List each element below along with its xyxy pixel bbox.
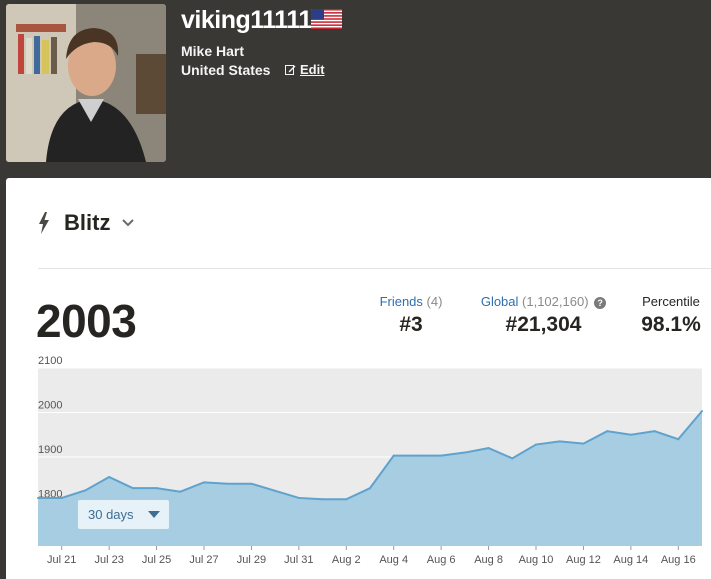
data-point xyxy=(392,454,395,457)
x-tick-label: Aug 10 xyxy=(519,554,554,566)
data-point xyxy=(297,496,300,499)
data-point xyxy=(179,490,182,493)
x-tick-label: Jul 29 xyxy=(237,554,266,566)
x-tick-label: Aug 14 xyxy=(613,554,648,566)
data-point xyxy=(345,498,348,501)
date-range-dropdown[interactable]: 30 days xyxy=(77,499,170,530)
real-name: Mike Hart xyxy=(181,43,245,59)
data-point xyxy=(250,482,253,485)
x-tick-label: Jul 23 xyxy=(94,554,123,566)
data-point xyxy=(416,454,419,457)
data-point xyxy=(582,442,585,445)
data-point xyxy=(558,440,561,443)
data-point xyxy=(84,489,87,492)
data-point xyxy=(677,438,680,441)
y-tick-label: 1900 xyxy=(38,444,62,456)
data-point xyxy=(440,454,443,457)
x-tick-label: Aug 12 xyxy=(566,554,601,566)
data-point xyxy=(203,481,205,484)
x-tick-label: Jul 27 xyxy=(189,554,218,566)
data-point xyxy=(37,496,39,499)
data-point xyxy=(60,496,63,499)
data-point xyxy=(463,451,466,454)
y-tick-label: 2100 xyxy=(38,355,62,367)
x-tick-label: Jul 21 xyxy=(47,554,76,566)
us-flag-icon xyxy=(311,9,342,29)
x-tick-label: Aug 16 xyxy=(661,554,696,566)
date-range-label: 30 days xyxy=(88,507,134,522)
avatar[interactable] xyxy=(6,4,166,162)
rating-card: Blitz 2003 Friends (4) #3 Global (1,102,… xyxy=(6,178,711,579)
data-point xyxy=(629,433,632,436)
data-point xyxy=(653,430,656,433)
country-name: United States xyxy=(181,62,271,78)
profile-header: viking11111 Mike Hart United States Edit xyxy=(0,0,711,178)
data-point xyxy=(606,430,609,433)
data-point xyxy=(369,487,371,490)
caret-down-icon xyxy=(147,511,160,518)
data-point xyxy=(701,410,703,413)
data-point xyxy=(321,498,324,501)
data-point xyxy=(274,489,277,492)
y-tick-label: 2000 xyxy=(38,400,62,412)
edit-profile-link[interactable]: Edit xyxy=(285,62,325,77)
data-point xyxy=(108,476,111,479)
data-point xyxy=(155,487,158,490)
x-tick-label: Aug 8 xyxy=(474,554,503,566)
data-point xyxy=(535,443,537,446)
x-tick-label: Aug 4 xyxy=(379,554,408,566)
pencil-icon xyxy=(285,65,296,75)
data-point xyxy=(226,482,229,485)
data-point xyxy=(511,457,514,460)
username: viking11111 xyxy=(181,6,312,34)
edit-label: Edit xyxy=(300,62,325,77)
data-point xyxy=(487,447,490,450)
data-point xyxy=(131,487,134,490)
x-tick-label: Jul 25 xyxy=(142,554,171,566)
x-tick-label: Jul 31 xyxy=(284,554,313,566)
x-tick-label: Aug 2 xyxy=(332,554,361,566)
x-tick-label: Aug 6 xyxy=(427,554,456,566)
